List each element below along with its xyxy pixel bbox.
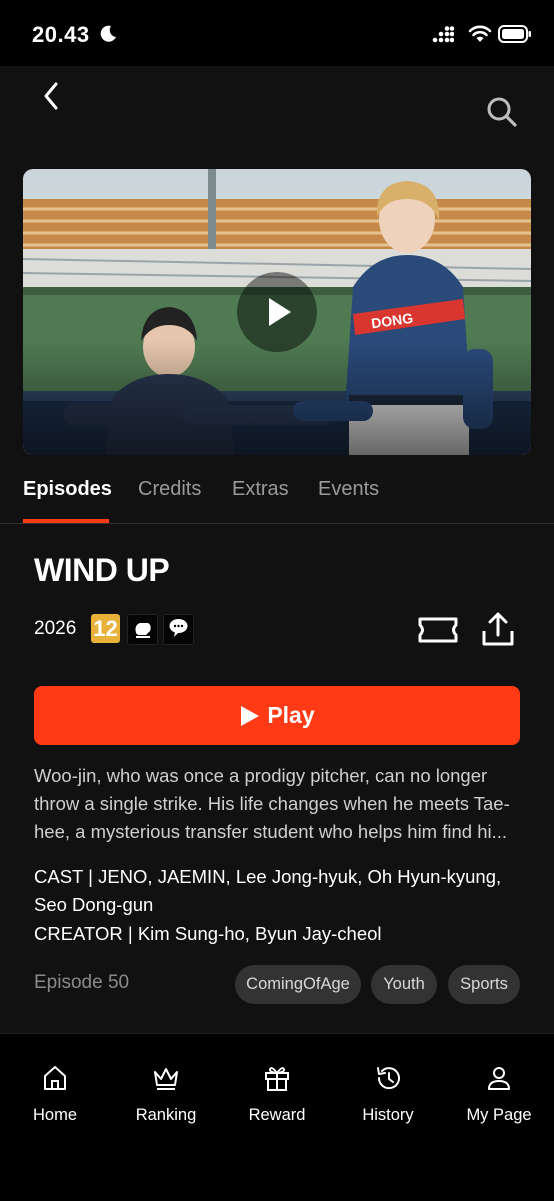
episode-count: Episode 50: [34, 972, 130, 993]
nav-label: Home: [32, 1106, 77, 1124]
ticket-icon[interactable]: [417, 614, 459, 646]
tab-episodes[interactable]: Episodes: [23, 478, 112, 501]
person-icon: [488, 1067, 510, 1090]
status-bar: 20.43: [0, 0, 554, 66]
nav-my-page[interactable]: My Page: [444, 1034, 554, 1154]
battery-icon: [498, 25, 531, 43]
status-time: 20.43: [32, 22, 90, 47]
tab-extras[interactable]: Extras: [232, 478, 289, 501]
play-button-label: Play: [267, 702, 315, 728]
moon-icon: [100, 25, 116, 42]
nav-home[interactable]: Home: [0, 1034, 110, 1154]
nav-label: History: [362, 1106, 414, 1124]
nav-label: My Page: [466, 1106, 532, 1124]
genre-chip[interactable]: ComingOfAge: [235, 965, 361, 1004]
nav-label: Ranking: [135, 1106, 197, 1124]
play-triangle-icon: [241, 705, 260, 726]
cast-line: CAST | JENO, JAEMIN, Lee Jong-hyuk, Oh H…: [34, 866, 502, 887]
synopsis-line: Woo-jin, who was once a prodigy pitcher,…: [34, 765, 488, 786]
genre-chip[interactable]: Youth: [371, 965, 437, 1004]
show-title: WIND UP: [34, 552, 170, 588]
crown-icon: [154, 1068, 178, 1090]
tab-events[interactable]: Events: [318, 478, 379, 501]
gift-icon: [265, 1067, 289, 1091]
language-rating-icon: [163, 614, 194, 645]
age-rating-badge: 12: [91, 614, 120, 643]
play-icon: [269, 298, 291, 326]
nav-ranking[interactable]: Ranking: [111, 1034, 221, 1154]
synopsis-line: throw a single strike. His life changes …: [34, 793, 510, 814]
wifi-icon: [468, 25, 492, 42]
synopsis-line: hee, a mysterious transfer student who h…: [34, 821, 508, 842]
creator-line: CREATOR | Kim Sung-ho, Byun Jay-cheol: [34, 923, 382, 944]
nav-reward[interactable]: Reward: [222, 1034, 332, 1154]
cast-line-continued: Seo Dong-gun: [34, 894, 154, 915]
violence-rating-icon: [127, 614, 158, 645]
nav-history[interactable]: History: [333, 1034, 443, 1154]
signal-icon: [432, 26, 454, 43]
genre-chip[interactable]: Sports: [448, 965, 520, 1004]
synopsis[interactable]: Woo-jin, who was once a prodigy pitcher,…: [34, 762, 524, 846]
detail-tabs: Episodes Credits Extras Events: [0, 468, 554, 524]
nav-label: Reward: [248, 1106, 306, 1124]
history-icon: [377, 1067, 400, 1090]
share-icon[interactable]: [481, 611, 515, 647]
hero-play-button[interactable]: [237, 272, 317, 352]
play-button[interactable]: Play: [34, 686, 520, 745]
release-year: 2026: [34, 618, 77, 639]
back-button[interactable]: [36, 80, 68, 112]
bottom-nav: Home Ranking Reward History My Page: [0, 1033, 554, 1201]
home-icon: [44, 1066, 66, 1090]
search-button[interactable]: [486, 96, 518, 128]
active-tab-indicator: [23, 519, 109, 523]
tab-credits[interactable]: Credits: [138, 478, 201, 501]
